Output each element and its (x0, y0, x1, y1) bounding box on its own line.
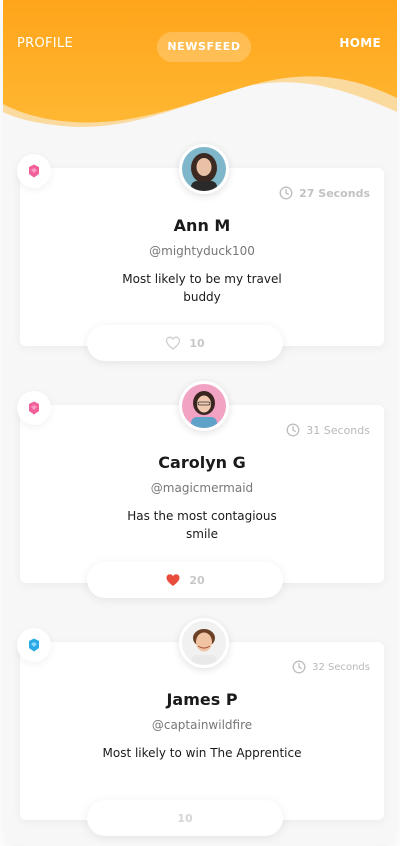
post-badge (17, 391, 51, 425)
avatar-james[interactable] (179, 618, 229, 668)
tab-profile[interactable]: PROFILE (17, 36, 73, 51)
pink-gem-icon (29, 401, 39, 415)
heart-filled-icon (166, 574, 180, 586)
post-handle[interactable]: @mightyduck100 (20, 244, 384, 258)
app-screen: PROFILE NEWSFEED HOME 27 Seconds Ann M @… (3, 0, 397, 846)
avatar-carolyn[interactable] (179, 381, 229, 431)
clock-icon (286, 423, 300, 437)
post-handle[interactable]: @captainwildfire (20, 718, 384, 732)
post-name: Ann M (173, 216, 231, 235)
post-quote: Most likely to win The Apprentice (102, 746, 302, 760)
post-badge (17, 628, 51, 662)
header: PROFILE NEWSFEED HOME (3, 0, 397, 150)
like-button[interactable]: 10 (87, 325, 283, 361)
tab-newsfeed[interactable]: NEWSFEED (157, 32, 251, 62)
post-timestamp: 27 Seconds (279, 186, 370, 200)
post-quote: Most likely to be my travel buddy (122, 272, 282, 304)
pink-gem-icon (29, 164, 39, 178)
tab-home[interactable]: HOME (339, 36, 381, 50)
like-button[interactable]: 10 (87, 800, 283, 836)
like-button[interactable]: 20 (87, 562, 283, 598)
time-text: 27 Seconds (299, 186, 370, 200)
like-count: 10 (189, 336, 205, 350)
time-text: 32 Seconds (312, 661, 370, 673)
post-badge (17, 154, 51, 188)
time-text: 31 Seconds (306, 423, 370, 437)
avatar-ann[interactable] (179, 144, 229, 194)
post-card-carolyn[interactable]: 31 Seconds Carolyn G @magicmermaid Has t… (20, 405, 384, 583)
header-wave (3, 0, 397, 127)
post-card-ann[interactable]: 27 Seconds Ann M @mightyduck100 Most lik… (20, 168, 384, 346)
post-handle[interactable]: @magicmermaid (20, 481, 384, 495)
post-name: James P (166, 690, 238, 709)
like-count: 10 (177, 811, 193, 825)
blue-gem-icon (29, 638, 39, 652)
heart-outline-icon (166, 336, 181, 350)
post-timestamp: 32 Seconds (292, 660, 370, 674)
clock-icon (279, 186, 293, 200)
post-quote: Has the most contagious smile (127, 509, 277, 541)
clock-icon (292, 660, 306, 674)
post-timestamp: 31 Seconds (286, 423, 370, 437)
post-card-james[interactable]: 32 Seconds James P @captainwildfire Most… (20, 642, 384, 820)
post-name: Carolyn G (158, 453, 246, 472)
like-count: 20 (189, 573, 205, 587)
